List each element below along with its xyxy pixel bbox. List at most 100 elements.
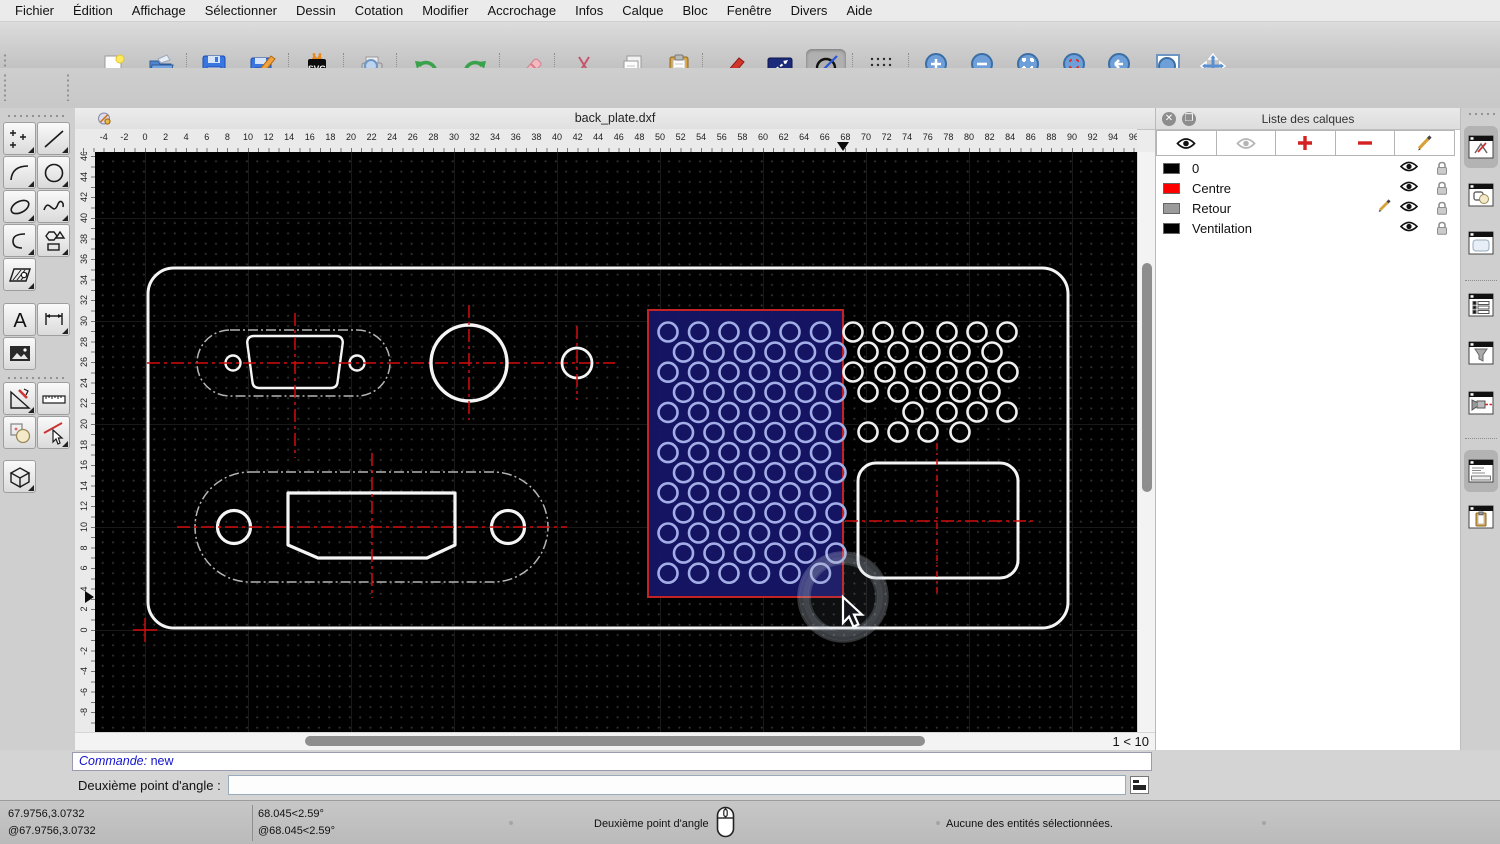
layer-row-retour[interactable]: Retour	[1156, 198, 1460, 218]
palette-drag-handle[interactable]	[6, 376, 66, 380]
menu-item-fichier[interactable]: Fichier	[15, 3, 54, 18]
menu-item-édition[interactable]: Édition	[73, 3, 113, 18]
show-all-layers-button[interactable]	[1156, 130, 1217, 156]
vent-hole[interactable]	[949, 421, 971, 443]
ellipse-tool-button[interactable]	[3, 190, 36, 223]
polygon-tool-button[interactable]	[37, 224, 70, 257]
toolbar-drag-handle[interactable]	[66, 73, 70, 101]
vent-hole[interactable]	[996, 401, 1018, 423]
order-tool-button[interactable]	[3, 416, 36, 449]
hatch-tool-button[interactable]	[3, 258, 36, 291]
horizontal-scrollbar[interactable]: 1 < 10	[75, 732, 1155, 750]
spline-tool-button[interactable]	[37, 190, 70, 223]
text-tool-button[interactable]: A	[3, 303, 36, 336]
menu-item-infos[interactable]: Infos	[575, 3, 603, 18]
arc-tool-button[interactable]	[3, 156, 36, 189]
layer-visibility-eye-icon[interactable]	[1399, 159, 1419, 177]
vent-hole[interactable]	[842, 361, 864, 383]
modify-tool-button[interactable]	[3, 382, 36, 415]
vertical-scrollbar[interactable]	[1137, 152, 1155, 732]
3d-box-tool-button[interactable]	[3, 460, 36, 493]
vent-hole[interactable]	[887, 381, 909, 403]
menu-item-modifier[interactable]: Modifier	[422, 3, 468, 18]
vent-hole[interactable]	[917, 421, 939, 443]
vent-hole[interactable]	[949, 381, 971, 403]
vent-hole[interactable]	[936, 401, 958, 423]
menu-item-affichage[interactable]: Affichage	[132, 3, 186, 18]
menu-item-accrochage[interactable]: Accrochage	[487, 3, 556, 18]
drawing-canvas[interactable]	[95, 152, 1137, 732]
menu-item-dessin[interactable]: Dessin	[296, 3, 336, 18]
vent-hole[interactable]	[979, 381, 1001, 403]
menu-item-cotation[interactable]: Cotation	[355, 3, 403, 18]
vent-hole[interactable]	[872, 321, 894, 343]
layer-visibility-eye-icon[interactable]	[1399, 219, 1419, 237]
layer-list-dock-button[interactable]	[1464, 126, 1498, 168]
menu-item-aide[interactable]: Aide	[846, 3, 872, 18]
vent-hole[interactable]	[936, 361, 958, 383]
library-browser-dock-button[interactable]	[1466, 228, 1496, 258]
image-tool-button[interactable]	[3, 337, 36, 370]
vertical-scrollbar-thumb[interactable]	[1142, 263, 1152, 492]
toolbar-drag-handle[interactable]	[3, 73, 7, 101]
modify-attributes-tool-button[interactable]	[37, 416, 70, 449]
layer-visibility-eye-icon[interactable]	[1399, 199, 1419, 217]
remove-layer-button[interactable]	[1334, 130, 1396, 156]
vent-hole[interactable]	[904, 361, 926, 383]
vent-hole[interactable]	[857, 381, 879, 403]
vent-hole[interactable]	[887, 421, 909, 443]
layer-lock-icon[interactable]	[1436, 221, 1448, 241]
panel-title: Liste des calques	[1261, 112, 1355, 126]
horizontal-scrollbar-thumb[interactable]	[305, 736, 925, 746]
dock-drag-handle[interactable]	[1467, 112, 1495, 116]
menu-item-bloc[interactable]: Bloc	[682, 3, 707, 18]
layer-row-0[interactable]: 0	[1156, 158, 1460, 178]
vent-hole[interactable]	[966, 321, 988, 343]
vent-hole[interactable]	[902, 321, 924, 343]
vent-hole[interactable]	[857, 421, 879, 443]
measure-tool-button[interactable]	[37, 382, 70, 415]
points-tool-button[interactable]	[3, 122, 36, 155]
menu-item-divers[interactable]: Divers	[791, 3, 828, 18]
command-input[interactable]	[228, 775, 1126, 795]
layer-row-centre[interactable]: Centre	[1156, 178, 1460, 198]
entity-list-dock-button[interactable]	[1466, 290, 1496, 320]
vent-hole[interactable]	[936, 321, 958, 343]
vent-hole[interactable]	[887, 341, 909, 363]
vent-hole[interactable]	[902, 401, 924, 423]
polyline-tool-button[interactable]	[3, 224, 36, 257]
block-list-dock-button[interactable]	[1466, 180, 1496, 210]
keyboard-toggle-button[interactable]	[1130, 776, 1149, 794]
plate-outline[interactable]	[146, 266, 1070, 630]
vent-hole[interactable]	[966, 361, 988, 383]
layer-visibility-eye-icon[interactable]	[1399, 179, 1419, 197]
vent-hole[interactable]	[996, 321, 1018, 343]
vent-hole[interactable]	[919, 381, 941, 403]
palette-drag-handle[interactable]	[6, 114, 66, 118]
vent-hole[interactable]	[981, 341, 1003, 363]
add-layer-button[interactable]	[1275, 130, 1336, 156]
clipboard-dock-button[interactable]	[1466, 502, 1496, 532]
vent-hole[interactable]	[874, 361, 896, 383]
command-line-dock-button[interactable]	[1464, 450, 1498, 492]
vent-hole[interactable]	[842, 321, 864, 343]
h-ruler-label: 44	[593, 132, 604, 142]
vent-hole[interactable]	[919, 341, 941, 363]
circle-tool-button[interactable]	[37, 156, 70, 189]
drawing-window-titlebar[interactable]: back_plate.dxf	[75, 108, 1155, 130]
dimension-tool-button[interactable]	[37, 303, 70, 336]
menu-item-sélectionner[interactable]: Sélectionner	[205, 3, 277, 18]
laser-dock-button[interactable]	[1466, 388, 1496, 418]
layer-row-ventilation[interactable]: Ventilation	[1156, 218, 1460, 238]
vent-hole[interactable]	[949, 341, 971, 363]
line-tool-button[interactable]	[37, 122, 70, 155]
menu-item-fenêtre[interactable]: Fenêtre	[727, 3, 772, 18]
vent-hole[interactable]	[966, 401, 988, 423]
panel-titlebar[interactable]: ✕ ❐ Liste des calques	[1156, 108, 1460, 130]
vent-hole[interactable]	[857, 341, 879, 363]
filter-dock-button[interactable]	[1466, 338, 1496, 368]
hide-all-layers-button[interactable]	[1215, 130, 1277, 156]
edit-layer-button[interactable]	[1394, 130, 1455, 156]
menu-item-calque[interactable]: Calque	[622, 3, 663, 18]
vent-hole[interactable]	[997, 361, 1019, 383]
